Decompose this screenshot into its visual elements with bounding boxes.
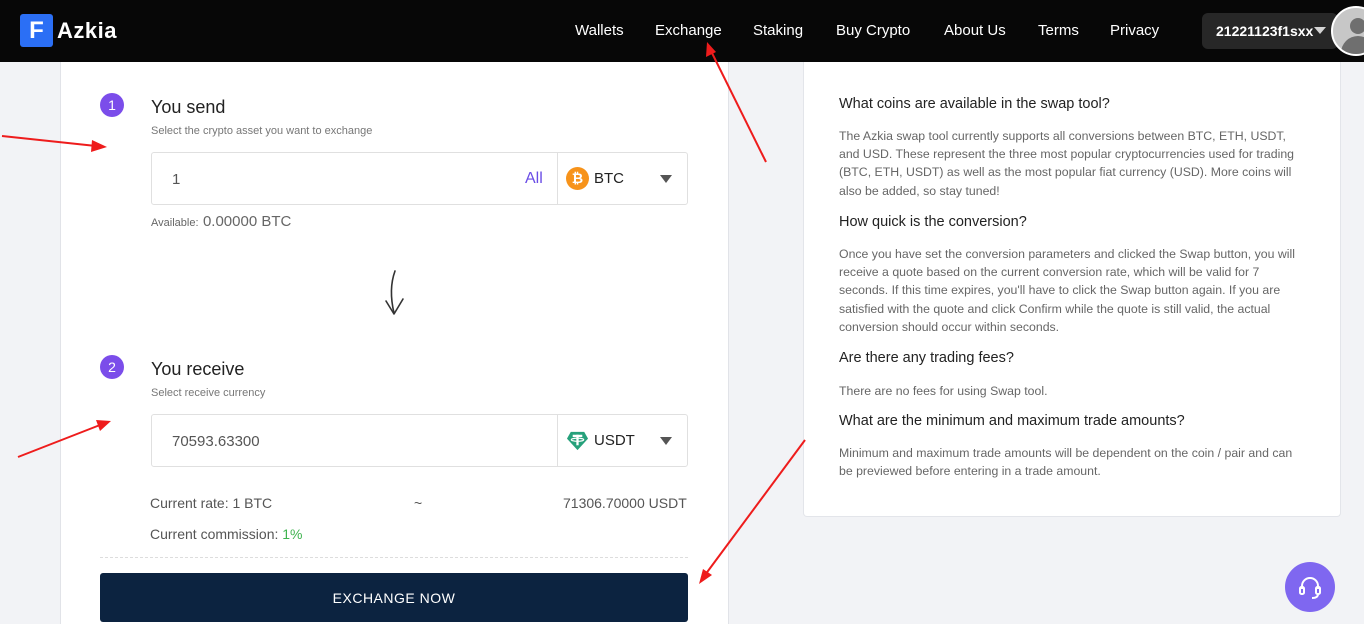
current-rate-value: 71306.70000 USDT <box>563 495 687 511</box>
receive-subtitle: Select receive currency <box>151 387 266 399</box>
faq-question: How quick is the conversion? <box>839 214 1027 230</box>
receive-amount-field: 70593.63300 USDT <box>151 414 688 467</box>
brand-logo[interactable]: F Azkia <box>20 14 117 47</box>
faq-answer: Minimum and maximum trade amounts will b… <box>839 446 1293 479</box>
logo-mark: F <box>20 14 53 47</box>
all-button[interactable]: All <box>525 170 543 188</box>
field-divider <box>557 153 558 204</box>
nav-staking[interactable]: Staking <box>753 22 803 39</box>
send-coin-label: BTC <box>594 170 624 187</box>
field-divider <box>557 415 558 466</box>
nav-terms[interactable]: Terms <box>1038 22 1079 39</box>
faq-question: What coins are available in the swap too… <box>839 96 1110 112</box>
divider <box>100 557 688 558</box>
faq-question: Are there any trading fees? <box>839 350 1014 366</box>
send-coin-select[interactable]: ₿ BTC <box>566 167 624 190</box>
rate-approx-symbol: ~ <box>414 495 423 511</box>
bitcoin-icon: ₿ <box>566 167 589 190</box>
commission-row: Current commission: 1% <box>150 526 303 542</box>
step-1-badge: 1 <box>100 93 124 117</box>
send-amount-input[interactable]: 1 <box>172 171 180 188</box>
receive-amount-output: 70593.63300 <box>172 433 260 450</box>
nav-privacy[interactable]: Privacy <box>1110 22 1159 39</box>
available-balance: Available: 0.00000 BTC <box>151 213 291 231</box>
faq-answer: There are no fees for using Swap tool. <box>839 384 1048 398</box>
nav-exchange[interactable]: Exchange <box>655 22 722 39</box>
nav-buy-crypto[interactable]: Buy Crypto <box>836 22 910 39</box>
faq-answer: The Azkia swap tool currently supports a… <box>839 129 1294 198</box>
receive-coin-label: USDT <box>594 432 635 449</box>
faq-answer: Once you have set the conversion paramet… <box>839 247 1295 334</box>
nav-wallets[interactable]: Wallets <box>575 22 624 39</box>
current-rate-label: Current rate: 1 BTC <box>150 495 273 511</box>
tether-icon <box>566 429 589 452</box>
commission-value: 1% <box>282 526 303 542</box>
chevron-down-icon[interactable] <box>660 437 672 445</box>
account-name: 21221123f1sxx <box>1216 23 1314 39</box>
faq-question: What are the minimum and maximum trade a… <box>839 413 1185 429</box>
top-navigation-bar: F Azkia Wallets Exchange Staking Buy Cry… <box>0 0 1364 62</box>
exchange-now-button[interactable]: EXCHANGE NOW <box>100 573 688 622</box>
send-subtitle: Select the crypto asset you want to exch… <box>151 125 373 137</box>
headset-icon <box>1299 577 1321 599</box>
support-chat-button[interactable] <box>1285 562 1335 612</box>
receive-title: You receive <box>151 359 245 379</box>
step-2-badge: 2 <box>100 355 124 379</box>
chevron-down-icon <box>1314 27 1326 34</box>
nav-about-us[interactable]: About Us <box>944 22 1006 39</box>
receive-coin-select[interactable]: USDT <box>566 429 635 452</box>
logo-text: Azkia <box>57 17 117 43</box>
commission-label: Current commission: <box>150 526 279 542</box>
send-amount-field: 1 All ₿ BTC <box>151 152 688 205</box>
chevron-down-icon[interactable] <box>660 175 672 183</box>
available-label: Available: <box>151 217 199 229</box>
swap-down-arrow-icon <box>385 270 404 315</box>
faq-card: What coins are available in the swap too… <box>803 62 1341 517</box>
available-value: 0.00000 BTC <box>202 213 292 230</box>
send-title: You send <box>151 97 226 117</box>
